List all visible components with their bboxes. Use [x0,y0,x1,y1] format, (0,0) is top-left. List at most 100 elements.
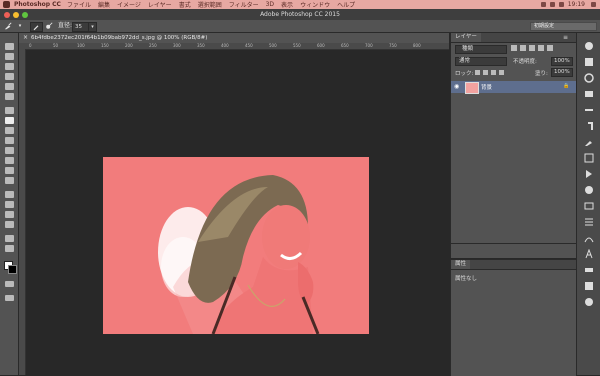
blend-mode-select[interactable]: 通常 [455,57,507,66]
ruler-tick: 250 [149,43,157,48]
filter-pixel-icon[interactable] [511,45,517,51]
layer-comps-panel-icon[interactable] [583,281,595,291]
paragraph-panel-icon[interactable] [583,121,595,131]
move-tool-icon[interactable] [5,43,14,50]
menu-type[interactable]: 書式 [179,0,191,9]
ruler-tick: 0 [29,43,32,48]
background-color-swatch[interactable] [8,265,17,274]
eraser-tool-icon[interactable] [5,147,14,154]
info-panel-icon[interactable] [583,185,595,195]
swatches-panel-icon[interactable] [583,57,595,67]
channels-panel-icon[interactable] [583,217,595,227]
history-panel-icon[interactable] [583,153,595,163]
quick-selection-tool-icon[interactable] [5,73,14,80]
hand-tool-icon[interactable] [5,235,14,242]
brush-settings-icon[interactable] [44,22,54,30]
brush-panel-icon[interactable] [583,137,595,147]
spotlight-icon[interactable] [591,2,596,7]
apple-icon[interactable] [3,1,10,8]
menubar-clock[interactable]: 19:19 [568,1,585,8]
history-brush-tool-icon[interactable] [5,137,14,144]
brush-mode-icon[interactable] [30,22,43,32]
close-window-button[interactable] [4,12,10,18]
ruler-tick: 450 [245,43,253,48]
actions-panel-icon[interactable] [583,169,595,179]
lasso-tool-icon[interactable] [5,63,14,70]
menu-image[interactable]: イメージ [117,0,141,9]
brush-tool-preset-icon[interactable] [3,22,13,30]
character-panel-icon[interactable] [583,105,595,115]
styles-panel-icon[interactable] [583,89,595,99]
wifi-icon[interactable] [540,2,546,7]
dodge-tool-icon[interactable] [5,177,14,184]
workspace-select[interactable]: 初期設定 [530,22,597,31]
size-dropdown-button[interactable]: ▾ [88,22,97,32]
menu-view[interactable]: 表示 [281,0,293,9]
filter-shape-icon[interactable] [538,45,544,51]
brush-tool-icon[interactable] [5,117,14,124]
glyphs-panel-icon[interactable] [583,249,595,259]
menu-file[interactable]: ファイル [67,0,91,9]
kind-filter-select[interactable]: 種類 [455,45,507,54]
filter-smart-object-icon[interactable] [547,45,553,51]
tab-layers[interactable]: レイヤー [451,33,481,42]
adjustments-panel-icon[interactable] [583,73,595,83]
menu-filter[interactable]: フィルター [229,0,259,9]
quick-mask-icon[interactable] [5,281,14,287]
menu-window[interactable]: ウィンドウ [300,0,330,9]
navigator-panel-icon[interactable] [583,201,595,211]
menu-app-name[interactable]: Photoshop CC [14,1,61,8]
lock-transparent-icon[interactable] [475,70,480,75]
filter-type-icon[interactable] [529,45,535,51]
marquee-tool-icon[interactable] [5,53,14,60]
paths-panel-icon[interactable] [583,233,595,243]
crop-tool-icon[interactable] [5,83,14,90]
path-selection-tool-icon[interactable] [5,211,14,218]
gradient-tool-icon[interactable] [5,157,14,164]
layer-visibility-icon[interactable]: ◉ [454,83,459,90]
lock-image-icon[interactable] [483,70,488,75]
kind-filter-value: 種類 [462,46,474,52]
clone-stamp-tool-icon[interactable] [5,127,14,134]
battery-icon[interactable] [558,2,564,7]
ruler-tick: 750 [389,43,397,48]
layer-name[interactable]: 背景 [481,83,492,91]
menu-layer[interactable]: レイヤー [148,0,172,9]
fill-label: 塗り: [535,71,548,77]
zoom-tool-icon[interactable] [5,245,14,252]
menu-select[interactable]: 選択範囲 [198,0,222,9]
opacity-label: 不透明度: [513,59,537,65]
menu-help[interactable]: ヘルプ [337,0,355,9]
layer-row[interactable]: ◉ 背景 🔒 [451,81,576,94]
blur-tool-icon[interactable] [5,167,14,174]
healing-brush-tool-icon[interactable] [5,107,14,114]
tool-preset-dropdown-icon[interactable]: ▾ [15,22,25,30]
filter-adjustment-icon[interactable] [520,45,526,51]
fill-field[interactable]: 100% [551,68,573,77]
zoom-window-button[interactable] [22,12,28,18]
size-value: 35 [75,24,82,30]
vertical-ruler[interactable] [19,49,26,375]
timeline-panel-icon[interactable] [583,265,595,275]
panel-menu-icon[interactable]: ≡ [563,33,568,42]
properties-panel-icon[interactable] [583,297,595,307]
document-canvas[interactable] [103,157,369,334]
color-panel-icon[interactable] [583,41,595,51]
panel-icon-strip [576,33,600,375]
type-tool-icon[interactable] [5,201,14,208]
opacity-field[interactable]: 100% [551,57,573,66]
document-tab-title[interactable]: 6b4fdbe2372ec201f64b1b09bab972dd_s.jpg @… [31,33,207,43]
menu-edit[interactable]: 編集 [98,0,110,9]
volume-icon[interactable] [549,2,555,7]
pen-tool-icon[interactable] [5,191,14,198]
horizontal-ruler[interactable]: 0 50 100 150 200 250 300 350 400 450 500… [19,43,449,50]
lock-all-icon[interactable] [499,70,504,75]
close-document-icon[interactable]: × [23,33,28,43]
screen-mode-icon[interactable] [5,295,14,301]
tab-properties[interactable]: 属性 [451,260,471,269]
menu-3d[interactable]: 3D [266,1,274,8]
lock-position-icon[interactable] [491,70,496,75]
minimize-window-button[interactable] [13,12,19,18]
rectangle-tool-icon[interactable] [5,221,14,228]
eyedropper-tool-icon[interactable] [5,93,14,100]
